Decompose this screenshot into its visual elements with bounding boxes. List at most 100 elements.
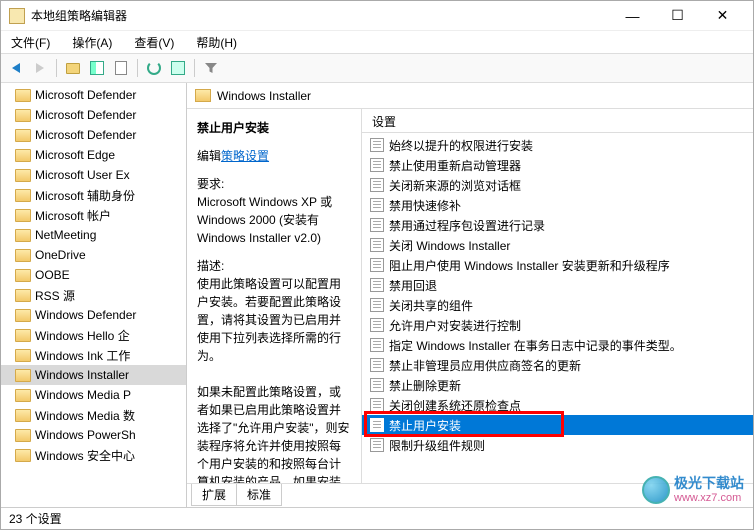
- tree-panel[interactable]: Microsoft DefenderMicrosoft DefenderMicr…: [1, 83, 187, 507]
- folder-icon: [15, 429, 31, 442]
- setting-item[interactable]: 关闭 Windows Installer: [362, 235, 753, 255]
- policy-icon: [370, 258, 384, 272]
- right-header: Windows Installer: [187, 83, 753, 109]
- setting-item[interactable]: 关闭共享的组件: [362, 295, 753, 315]
- folder-icon: [15, 409, 31, 422]
- properties-icon[interactable]: [110, 57, 132, 79]
- show-hide-tree-icon[interactable]: [86, 57, 108, 79]
- watermark: 极光下载站 www.xz7.com: [642, 476, 744, 504]
- close-button[interactable]: ✕: [700, 2, 745, 30]
- titlebar: 本地组策略编辑器 — ☐ ✕: [1, 1, 753, 31]
- tree-item-label: RSS 源: [35, 287, 75, 304]
- minimize-button[interactable]: —: [610, 2, 655, 30]
- folder-icon: [15, 269, 31, 282]
- tree-item[interactable]: RSS 源: [1, 285, 186, 305]
- policy-icon: [370, 338, 384, 352]
- policy-icon: [370, 418, 384, 432]
- edit-policy-link[interactable]: 策略设置: [221, 149, 269, 163]
- setting-item-label: 允许用户对安装进行控制: [389, 317, 521, 334]
- setting-item-label: 禁止删除更新: [389, 377, 461, 394]
- tree-item[interactable]: NetMeeting: [1, 225, 186, 245]
- folder-icon: [15, 169, 31, 182]
- settings-column-header[interactable]: 设置: [362, 109, 753, 133]
- tree-item[interactable]: Windows Media P: [1, 385, 186, 405]
- window-title: 本地组策略编辑器: [31, 7, 610, 24]
- up-folder-icon[interactable]: [62, 57, 84, 79]
- back-button[interactable]: [5, 57, 27, 79]
- setting-item[interactable]: 禁止使用重新启动管理器: [362, 155, 753, 175]
- policy-icon: [370, 138, 384, 152]
- policy-icon: [370, 398, 384, 412]
- desc-text: 使用此策略设置可以配置用户安装。若要配置此策略设置，请将其设置为已启用并使用下拉…: [197, 275, 351, 483]
- tab-extended[interactable]: 扩展: [191, 484, 237, 506]
- setting-item-label: 禁止非管理员应用供应商签名的更新: [389, 357, 581, 374]
- refresh-icon[interactable]: [143, 57, 165, 79]
- tree-item-label: Microsoft Defender: [35, 88, 136, 102]
- menu-file[interactable]: 文件(F): [7, 32, 54, 53]
- menu-help[interactable]: 帮助(H): [192, 32, 241, 53]
- tab-standard[interactable]: 标准: [236, 484, 282, 506]
- policy-icon: [370, 158, 384, 172]
- app-icon: [9, 8, 25, 24]
- folder-icon: [15, 209, 31, 222]
- setting-item[interactable]: 禁用通过程序包设置进行记录: [362, 215, 753, 235]
- setting-item[interactable]: 限制升级组件规则: [362, 435, 753, 455]
- tree-item-label: Windows Hello 企: [35, 327, 130, 344]
- setting-item[interactable]: 阻止用户使用 Windows Installer 安装更新和升级程序: [362, 255, 753, 275]
- setting-item[interactable]: 指定 Windows Installer 在事务日志中记录的事件类型。: [362, 335, 753, 355]
- menu-action[interactable]: 操作(A): [68, 32, 116, 53]
- toolbar: [1, 53, 753, 83]
- setting-item[interactable]: 禁止用户安装: [362, 415, 753, 435]
- tree-item[interactable]: Microsoft 帐户: [1, 205, 186, 225]
- maximize-button[interactable]: ☐: [655, 2, 700, 30]
- tree-item[interactable]: OneDrive: [1, 245, 186, 265]
- statusbar: 23 个设置: [1, 507, 753, 529]
- tree-item[interactable]: Windows 安全中心: [1, 445, 186, 465]
- tree-item[interactable]: Windows Defender: [1, 305, 186, 325]
- setting-item[interactable]: 关闭新来源的浏览对话框: [362, 175, 753, 195]
- tree-item[interactable]: Windows Ink 工作: [1, 345, 186, 365]
- setting-item[interactable]: 始终以提升的权限进行安装: [362, 135, 753, 155]
- setting-item[interactable]: 允许用户对安装进行控制: [362, 315, 753, 335]
- setting-item-label: 指定 Windows Installer 在事务日志中记录的事件类型。: [389, 337, 682, 354]
- detail-panel: 禁止用户安装 编辑策略设置 要求: Microsoft Windows XP 或…: [187, 109, 362, 483]
- setting-item[interactable]: 禁止非管理员应用供应商签名的更新: [362, 355, 753, 375]
- setting-item-label: 禁止用户安装: [389, 417, 461, 434]
- tree-item-label: Windows Media 数: [35, 407, 135, 424]
- policy-icon: [370, 238, 384, 252]
- tree-item[interactable]: Windows Installer: [1, 365, 186, 385]
- setting-item-label: 阻止用户使用 Windows Installer 安装更新和升级程序: [389, 257, 670, 274]
- tree-item-label: Windows Ink 工作: [35, 347, 130, 364]
- tree-item[interactable]: Microsoft 辅助身份: [1, 185, 186, 205]
- folder-icon: [15, 369, 31, 382]
- tree-item[interactable]: Windows Hello 企: [1, 325, 186, 345]
- tree-item-label: OneDrive: [35, 248, 86, 262]
- policy-icon: [370, 198, 384, 212]
- detail-heading: 禁止用户安装: [197, 119, 351, 137]
- tree-item-label: Windows Media P: [35, 388, 131, 402]
- filter-icon[interactable]: [200, 57, 222, 79]
- setting-item[interactable]: 禁用回退: [362, 275, 753, 295]
- watermark-url: www.xz7.com: [674, 492, 744, 504]
- tree-item[interactable]: Microsoft Defender: [1, 125, 186, 145]
- tree-item[interactable]: Microsoft User Ex: [1, 165, 186, 185]
- policy-icon: [370, 318, 384, 332]
- settings-list[interactable]: 始终以提升的权限进行安装禁止使用重新启动管理器关闭新来源的浏览对话框禁用快速修补…: [362, 133, 753, 483]
- setting-item[interactable]: 禁止删除更新: [362, 375, 753, 395]
- setting-item-label: 禁用回退: [389, 277, 437, 294]
- tree-item[interactable]: OOBE: [1, 265, 186, 285]
- tree-item[interactable]: Microsoft Defender: [1, 105, 186, 125]
- menu-view[interactable]: 查看(V): [130, 32, 178, 53]
- tree-item[interactable]: Microsoft Edge: [1, 145, 186, 165]
- tree-item[interactable]: Windows PowerSh: [1, 425, 186, 445]
- tree-item[interactable]: Windows Media 数: [1, 405, 186, 425]
- folder-icon: [15, 309, 31, 322]
- folder-icon: [15, 389, 31, 402]
- tree-item[interactable]: Microsoft Defender: [1, 85, 186, 105]
- forward-button[interactable]: [29, 57, 51, 79]
- folder-icon: [15, 149, 31, 162]
- export-icon[interactable]: [167, 57, 189, 79]
- setting-item[interactable]: 禁用快速修补: [362, 195, 753, 215]
- setting-item[interactable]: 关闭创建系统还原检查点: [362, 395, 753, 415]
- setting-item-label: 禁用快速修补: [389, 197, 461, 214]
